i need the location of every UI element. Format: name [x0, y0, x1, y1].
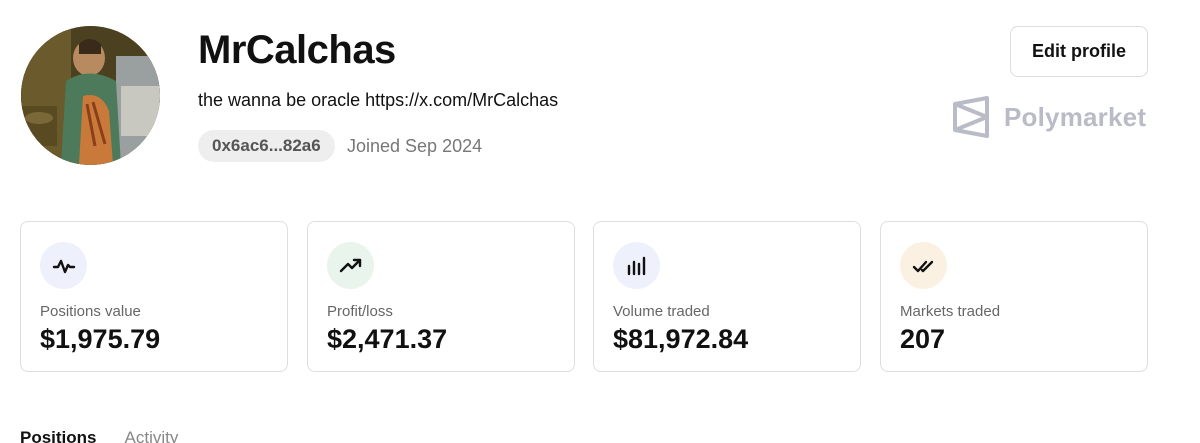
polymarket-logo-icon: [953, 96, 989, 138]
profile-tabs: Positions Activity: [20, 428, 178, 443]
tab-positions[interactable]: Positions: [20, 428, 97, 443]
stat-label: Volume traded: [613, 303, 710, 320]
stat-card-volume-traded: Volume traded $81,972.84: [593, 221, 861, 372]
stat-label: Positions value: [40, 303, 141, 320]
wallet-address-badge[interactable]: 0x6ac6...82a6: [198, 130, 335, 162]
avatar: [21, 26, 160, 165]
stat-card-positions-value: Positions value $1,975.79: [20, 221, 288, 372]
joined-date: Joined Sep 2024: [347, 136, 483, 156]
bar-chart-icon: [613, 242, 660, 289]
double-check-icon: [900, 242, 947, 289]
stat-label: Profit/loss: [327, 303, 393, 320]
stat-value: $2,471.37: [327, 324, 448, 354]
trending-up-icon: [327, 242, 374, 289]
stat-card-markets-traded: Markets traded 207: [880, 221, 1148, 372]
stat-value: $81,972.84: [613, 324, 749, 354]
activity-icon: [40, 242, 87, 289]
profile-bio: the wanna be oracle https://x.com/MrCalc…: [198, 90, 559, 110]
profile-username: MrCalchas: [198, 28, 396, 72]
stat-value: 207: [900, 324, 946, 354]
brand-name: Polymarket: [1004, 101, 1147, 132]
stat-label: Markets traded: [900, 303, 1001, 320]
tab-activity[interactable]: Activity: [125, 428, 179, 443]
stat-card-profit-loss: Profit/loss $2,471.37: [307, 221, 575, 372]
stats-row: Positions value $1,975.79 Profit/loss $2…: [20, 221, 1148, 372]
polymarket-brand: Polymarket: [952, 96, 1146, 138]
edit-profile-button[interactable]: Edit profile: [1010, 26, 1148, 77]
stat-value: $1,975.79: [40, 324, 161, 354]
avatar-image: [21, 26, 160, 165]
